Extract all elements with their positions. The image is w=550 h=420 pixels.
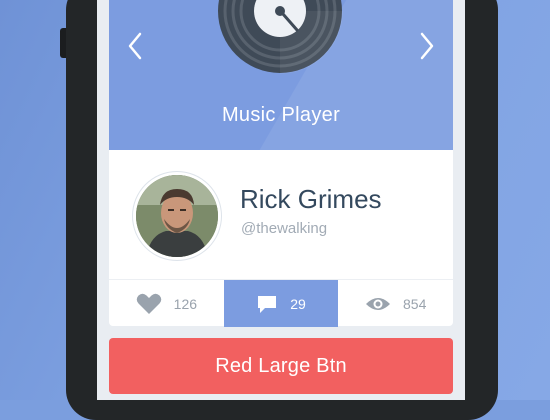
chevron-left-icon (128, 32, 142, 60)
music-player-header: Music Player (109, 0, 453, 150)
stats-bar: 126 29 854 (109, 279, 453, 327)
header-title: Music Player (221, 104, 341, 126)
heart-icon (136, 293, 161, 314)
avatar[interactable] (133, 172, 221, 260)
profile-name: Rick Grimes (240, 184, 382, 214)
chevron-right-icon (420, 32, 434, 60)
avatar-portrait (136, 175, 218, 257)
likes-count: 126 (173, 295, 198, 312)
vinyl-record-icon (217, 0, 343, 74)
phone-screen: Music Player Rick Grimes @thewalking 126… (97, 0, 465, 400)
next-button[interactable] (415, 28, 439, 64)
likes-stat[interactable]: 126 (109, 280, 224, 327)
previous-button[interactable] (123, 28, 147, 64)
comments-count: 29 (290, 295, 306, 312)
red-large-button[interactable]: Red Large Btn (109, 338, 453, 394)
comment-icon (258, 295, 277, 313)
profile-handle: @thewalking (241, 220, 328, 237)
views-stat[interactable]: 854 (338, 280, 453, 327)
views-count: 854 (403, 295, 427, 312)
profile-card: Rick Grimes @thewalking 126 29 854 (109, 150, 453, 327)
comments-stat[interactable]: 29 (223, 280, 339, 327)
eye-icon (366, 297, 390, 310)
